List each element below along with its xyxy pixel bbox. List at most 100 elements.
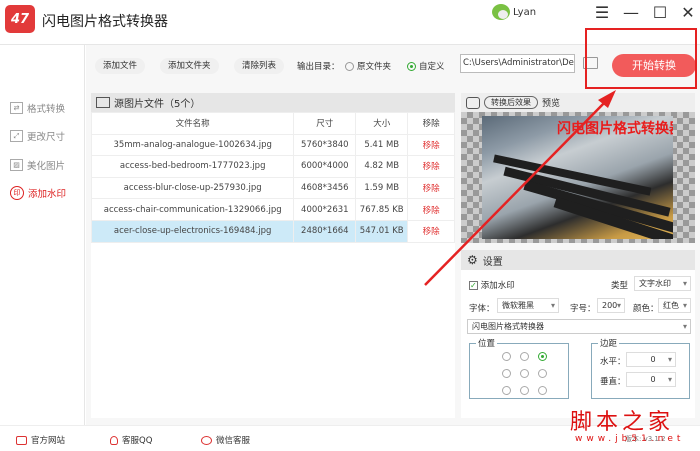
position-radio[interactable] bbox=[520, 386, 529, 395]
position-radio[interactable] bbox=[502, 352, 511, 361]
username: Lyan bbox=[513, 6, 537, 18]
remove-link[interactable]: 移除 bbox=[407, 176, 455, 200]
position-radio[interactable] bbox=[520, 369, 529, 378]
resize-icon: ⤢ bbox=[10, 130, 23, 142]
remove-link[interactable]: 移除 bbox=[407, 198, 455, 221]
file-table: 文件名称 尺寸 大小 移除 35mm-analog-analogue-1002634.… bbox=[90, 112, 455, 243]
clear-list-button[interactable]: 清除列表 bbox=[234, 58, 285, 74]
sidebar-item-label: 格式转换 bbox=[27, 104, 66, 115]
add-folder-button[interactable]: 添加文件夹 bbox=[160, 58, 219, 74]
stamp-icon: 印 bbox=[10, 186, 24, 200]
horizontal-label: 水平： bbox=[600, 357, 626, 367]
position-label: 位置 bbox=[476, 337, 498, 349]
remove-link[interactable]: 移除 bbox=[407, 133, 455, 157]
position-radio[interactable] bbox=[538, 369, 547, 378]
position-radio-selected[interactable] bbox=[538, 352, 547, 361]
table-row[interactable]: access-chair-communication-1329066.jpg 40… bbox=[90, 198, 455, 221]
sidebar-item-resize[interactable]: ⤢ 更改尺寸 bbox=[10, 129, 65, 143]
table-row[interactable]: access-blur-close-up-257930.jpg 4608*3456… bbox=[90, 176, 455, 200]
output-dir-label: 输出目录： bbox=[297, 62, 340, 72]
file-size: 767.85 KB bbox=[355, 198, 409, 221]
close-icon[interactable]: ✕ bbox=[678, 3, 698, 22]
website-link[interactable]: 官方网站 bbox=[16, 434, 65, 446]
checkbox-label: 添加水印 bbox=[480, 281, 515, 291]
output-path-input[interactable]: C:\Users\Administrator\De bbox=[460, 54, 575, 73]
type-label: 类型 bbox=[611, 281, 629, 291]
file-dimensions: 6000*4000 bbox=[293, 155, 357, 178]
wechat-icon bbox=[201, 435, 212, 445]
table-row[interactable]: access-bed-bedroom-1777023.jpg 6000*4000 4… bbox=[90, 155, 455, 178]
wechat-support-link[interactable]: 微信客服 bbox=[201, 434, 250, 446]
col-name: 文件名称 bbox=[90, 112, 295, 135]
start-convert-button[interactable]: 开始转换 bbox=[612, 54, 696, 77]
file-name: access-bed-bedroom-1777023.jpg bbox=[90, 155, 295, 178]
color-select[interactable]: 红色 bbox=[658, 298, 691, 313]
eye-icon[interactable] bbox=[466, 96, 480, 109]
site-watermark-url: www.jb51.net bbox=[575, 434, 685, 444]
preview-panel: 转换后效果 预览 闪电图片格式转换器 bbox=[461, 93, 695, 243]
vertical-label: 垂直： bbox=[600, 377, 626, 387]
watermark-text-input[interactable]: 闪电图片格式转换器 bbox=[467, 319, 691, 334]
horizontal-stepper[interactable]: 0 bbox=[626, 352, 676, 367]
radio-icon bbox=[345, 62, 354, 71]
table-row-selected[interactable]: acer-close-up-electronics-169484.jpg 2480… bbox=[90, 219, 455, 243]
margin-group: 边距 水平： 0 垂直： 0 bbox=[591, 337, 690, 399]
position-radio[interactable] bbox=[520, 352, 529, 361]
file-list-panel: 源图片文件（5个） 文件名称 尺寸 大小 移除 35mm-analog-analogu… bbox=[90, 93, 455, 418]
position-radio[interactable] bbox=[538, 386, 547, 395]
font-label: 字体： bbox=[469, 304, 495, 314]
font-select[interactable]: 微软雅黑 bbox=[497, 298, 559, 313]
folder-icon[interactable] bbox=[583, 57, 598, 69]
add-watermark-checkbox[interactable]: ✓ 添加水印 bbox=[469, 279, 515, 291]
title-bar: 47 闪电图片格式转换器 Lyan ☰ — ☐ ✕ bbox=[0, 0, 700, 45]
font-size-stepper[interactable]: 200 bbox=[597, 298, 625, 313]
sidebar-item-format-convert[interactable]: ⇄ 格式转换 bbox=[10, 101, 65, 115]
remove-link[interactable]: 移除 bbox=[407, 219, 455, 243]
table-header: 文件名称 尺寸 大小 移除 bbox=[90, 112, 455, 135]
radio-source-folder[interactable]: 原文件夹 bbox=[345, 60, 391, 72]
radio-checked-icon bbox=[407, 62, 416, 71]
settings-panel: ⚙设置 ✓ 添加水印 类型 文字水印 字体： 微软雅黑 字号： 200 颜色： … bbox=[461, 250, 695, 418]
app-title: 闪电图片格式转换器 bbox=[42, 14, 168, 30]
radio-custom[interactable]: 自定义 bbox=[407, 60, 445, 72]
sidebar-item-label: 添加水印 bbox=[28, 189, 67, 200]
gear-icon: ⚙ bbox=[467, 253, 478, 267]
preview-mode-select[interactable]: 转换后效果 bbox=[484, 96, 538, 109]
col-remove: 移除 bbox=[407, 112, 455, 135]
file-dimensions: 4000*2631 bbox=[293, 198, 357, 221]
footer-bar: 官方网站 客服QQ 微信客服 版本: v3.1.2 脚本之家 www.jb51.… bbox=[0, 410, 700, 451]
position-group: 位置 bbox=[469, 337, 569, 399]
user-account[interactable]: Lyan bbox=[492, 4, 536, 20]
file-name: 35mm-analog-analogue-1002634.jpg bbox=[90, 133, 295, 157]
sidebar: ⇄ 格式转换 ⤢ 更改尺寸 ▨ 美化图片 印添加水印 bbox=[0, 45, 85, 425]
checkbox-checked-icon: ✓ bbox=[469, 281, 478, 290]
file-dimensions: 4608*3456 bbox=[293, 176, 357, 200]
maximize-icon[interactable]: ☐ bbox=[650, 3, 670, 22]
vertical-stepper[interactable]: 0 bbox=[626, 372, 676, 387]
menu-icon[interactable]: ☰ bbox=[592, 3, 612, 22]
col-bytes: 大小 bbox=[355, 112, 409, 135]
position-radio[interactable] bbox=[502, 369, 511, 378]
wechat-avatar-icon bbox=[492, 4, 510, 20]
file-size: 5.41 MB bbox=[355, 133, 409, 157]
qq-icon bbox=[110, 435, 118, 445]
type-select[interactable]: 文字水印 bbox=[634, 276, 691, 291]
remove-link[interactable]: 移除 bbox=[407, 155, 455, 178]
minimize-icon[interactable]: — bbox=[621, 3, 641, 22]
qq-support-link[interactable]: 客服QQ bbox=[110, 434, 152, 446]
add-file-button[interactable]: 添加文件 bbox=[95, 58, 146, 74]
position-radio[interactable] bbox=[502, 386, 511, 395]
file-size: 4.82 MB bbox=[355, 155, 409, 178]
monitor-icon bbox=[16, 435, 27, 445]
image-icon bbox=[96, 97, 110, 108]
preview-photo: 闪电图片格式转换器 bbox=[482, 116, 673, 239]
app-logo: 47 bbox=[5, 5, 35, 33]
file-size: 547.01 KB bbox=[355, 219, 409, 243]
color-label: 颜色： bbox=[633, 304, 659, 314]
radio-label: 原文件夹 bbox=[357, 62, 392, 72]
wechat-label: 微信客服 bbox=[216, 436, 251, 446]
sidebar-item-watermark[interactable]: 印添加水印 bbox=[10, 186, 66, 200]
table-row[interactable]: 35mm-analog-analogue-1002634.jpg 5760*384… bbox=[90, 133, 455, 157]
sidebar-item-beautify[interactable]: ▨ 美化图片 bbox=[10, 158, 65, 172]
qq-label: 客服QQ bbox=[122, 436, 153, 446]
